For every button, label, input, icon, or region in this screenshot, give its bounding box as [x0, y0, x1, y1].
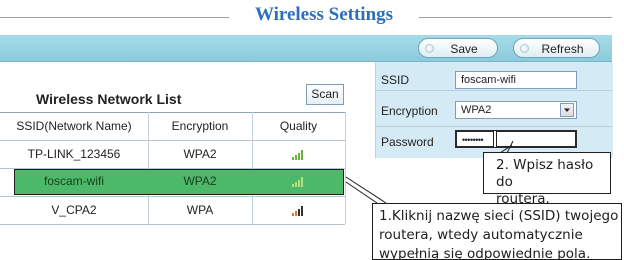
- scan-button[interactable]: Scan: [306, 84, 344, 105]
- callout-step-1-line-1: 1.Kliknij nazwę sieci (SSID) twojego: [379, 208, 619, 224]
- button-dot-icon: [425, 44, 434, 53]
- save-button[interactable]: Save: [418, 38, 498, 58]
- signal-strength-icon: [292, 150, 306, 160]
- signal-strength-icon: [292, 206, 306, 216]
- encryption-select[interactable]: WPA2: [455, 101, 577, 119]
- button-dot-icon: [520, 44, 529, 53]
- encryption-select-value: WPA2: [461, 104, 492, 116]
- callout-step-2-line-1: 2. Wpisz hasło do: [496, 157, 594, 190]
- ssid-label: SSID: [381, 73, 410, 87]
- chevron-down-icon[interactable]: [560, 103, 574, 117]
- title-rule-right: [419, 17, 612, 18]
- table-rule: [0, 224, 345, 225]
- signal-strength-icon: [292, 177, 306, 187]
- network-encryption-cell[interactable]: WPA: [148, 196, 252, 224]
- ssid-field[interactable]: foscam-wifi: [455, 71, 577, 89]
- toolbar: Save Refresh: [0, 35, 612, 62]
- text-cursor-icon: [493, 130, 497, 148]
- network-encryption-cell[interactable]: WPA2: [148, 140, 252, 168]
- network-ssid-cell[interactable]: foscam-wifi: [0, 167, 148, 195]
- password-label: Password: [381, 135, 434, 149]
- network-encryption-cell[interactable]: WPA2: [148, 167, 252, 195]
- settings-divider: [376, 126, 612, 127]
- column-header-quality: Quality: [279, 119, 318, 133]
- title-rule-left: [0, 17, 229, 18]
- callout-step-1: 1.Kliknij nazwę sieci (SSID) twojego rou…: [372, 203, 622, 260]
- settings-divider: [376, 90, 612, 91]
- table-rule: [345, 112, 346, 224]
- network-ssid-cell[interactable]: TP-LINK_123456: [0, 140, 148, 168]
- callout-step-1-line-3: wypełnią się odpowiednie pola.: [379, 246, 591, 260]
- refresh-button[interactable]: Refresh: [513, 38, 600, 58]
- password-field[interactable]: ••••••••: [455, 130, 577, 148]
- network-ssid-cell[interactable]: V_CPA2: [0, 196, 148, 224]
- callout-step-2: 2. Wpisz hasło do routera.: [483, 152, 611, 207]
- column-header-ssid: SSID(Network Name): [16, 119, 132, 133]
- page-title: Wireless Settings: [254, 4, 394, 25]
- network-list-heading: Wireless Network List: [36, 91, 182, 107]
- column-header-encryption: Encryption: [171, 119, 229, 133]
- callout-step-1-line-2: routera, wtedy automatycznie: [379, 227, 583, 243]
- encryption-label: Encryption: [381, 104, 438, 118]
- password-value: ••••••••: [462, 135, 484, 145]
